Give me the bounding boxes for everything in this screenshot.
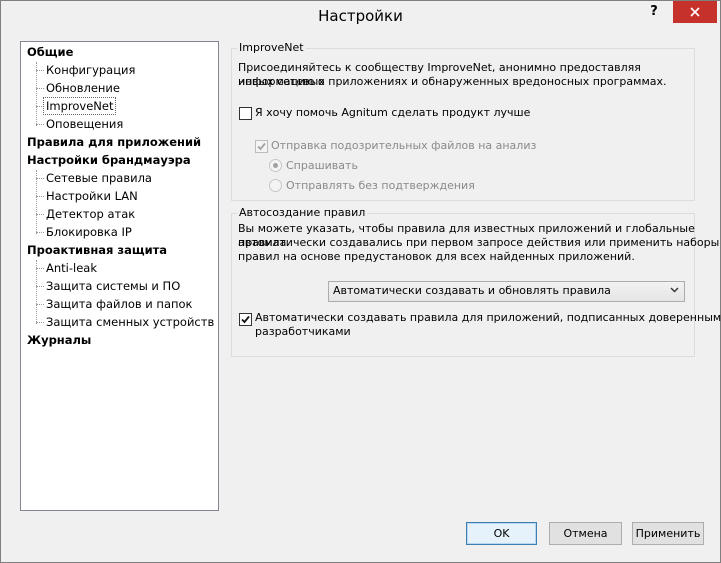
tree-connector xyxy=(36,260,37,324)
tree-connector xyxy=(36,88,44,89)
tree-connector xyxy=(36,70,44,71)
tree-item-update[interactable]: Обновление xyxy=(46,80,120,96)
checkmark-icon xyxy=(257,142,266,151)
tree-item-network-rules[interactable]: Сетевые правила xyxy=(46,170,152,186)
tree-item-lan-settings[interactable]: Настройки LAN xyxy=(46,188,138,204)
tree-connector xyxy=(36,196,44,197)
tree-connector xyxy=(36,178,44,179)
tree-connector xyxy=(36,286,44,287)
settings-tree[interactable]: Общие Конфигурация Обновление ImproveNet… xyxy=(20,41,219,511)
tree-connector xyxy=(36,268,44,269)
tree-item-configuration[interactable]: Конфигурация xyxy=(46,62,135,78)
tree-item-removable-devices[interactable]: Защита сменных устройств xyxy=(46,314,214,330)
tree-item-attack-detector[interactable]: Детектор атак xyxy=(46,206,135,222)
tree-connector xyxy=(36,170,37,234)
chevron-down-icon xyxy=(670,287,679,293)
tree-connector xyxy=(36,322,44,323)
tree-connector xyxy=(36,62,37,126)
tree-item-notifications[interactable]: Оповещения xyxy=(46,116,123,132)
radio-dot xyxy=(273,163,278,168)
title-bar: Настройки ? xyxy=(1,1,720,31)
tree-item-app-rules[interactable]: Правила для приложений xyxy=(27,134,201,150)
help-improve-label[interactable]: Я хочу помочь Agnitum сделать продукт лу… xyxy=(255,106,530,120)
tree-connector xyxy=(36,214,44,215)
trusted-developers-label-line1[interactable]: Автоматически создавать правила для прил… xyxy=(255,311,721,325)
rule-mode-select[interactable]: Автоматически создавать и обновлять прав… xyxy=(328,281,685,302)
window-title: Настройки xyxy=(318,7,403,25)
tree-connector xyxy=(36,304,44,305)
autorules-description-line3: правил на основе предустановок для всех … xyxy=(238,250,635,263)
send-suspicious-checkbox[interactable] xyxy=(255,140,268,153)
tree-item-proactive-protection[interactable]: Проактивная защита xyxy=(27,242,167,258)
tree-item-ip-blocking[interactable]: Блокировка IP xyxy=(46,224,132,240)
cancel-button[interactable]: Отмена xyxy=(549,522,622,545)
send-suspicious-label[interactable]: Отправка подозрительных файлов на анализ xyxy=(271,139,536,153)
close-icon xyxy=(690,7,700,17)
send-without-confirm-radio[interactable] xyxy=(269,179,282,192)
rule-mode-select-value: Автоматически создавать и обновлять прав… xyxy=(333,284,611,297)
improvenet-legend: ImproveNet xyxy=(237,41,306,54)
tree-item-logs[interactable]: Журналы xyxy=(27,332,91,348)
tree-item-improvenet[interactable]: ImproveNet xyxy=(43,97,117,115)
improvenet-description-line2: новых сетевых приложениях и обнаруженных… xyxy=(238,75,667,88)
settings-window: Настройки ? Общие Конфигурация Обновлени… xyxy=(0,0,721,563)
ok-button[interactable]: OK xyxy=(466,522,537,545)
tree-item-file-folder-protection[interactable]: Защита файлов и папок xyxy=(46,296,193,312)
tree-item-system-protection[interactable]: Защита системы и ПО xyxy=(46,278,180,294)
help-improve-checkbox[interactable] xyxy=(239,107,252,120)
autorules-legend: Автосоздание правил xyxy=(237,206,368,219)
help-button[interactable]: ? xyxy=(641,4,667,22)
tree-connector xyxy=(36,232,44,233)
tree-connector xyxy=(36,124,44,125)
trusted-developers-label-line2[interactable]: разработчиками xyxy=(255,325,351,339)
tree-item-firewall-settings[interactable]: Настройки брандмауэра xyxy=(27,152,191,168)
ask-radio[interactable] xyxy=(269,159,282,172)
send-without-confirm-label[interactable]: Отправлять без подтверждения xyxy=(286,179,475,193)
close-button[interactable] xyxy=(673,1,717,23)
tree-item-anti-leak[interactable]: Anti-leak xyxy=(46,260,97,276)
trusted-developers-checkbox[interactable] xyxy=(239,313,252,326)
ask-radio-label[interactable]: Спрашивать xyxy=(286,159,358,173)
apply-button[interactable]: Применить xyxy=(632,522,704,545)
checkmark-icon xyxy=(241,315,250,324)
autorules-description-line2: автоматически создавались при первом зап… xyxy=(238,236,720,249)
tree-item-general[interactable]: Общие xyxy=(27,44,73,60)
